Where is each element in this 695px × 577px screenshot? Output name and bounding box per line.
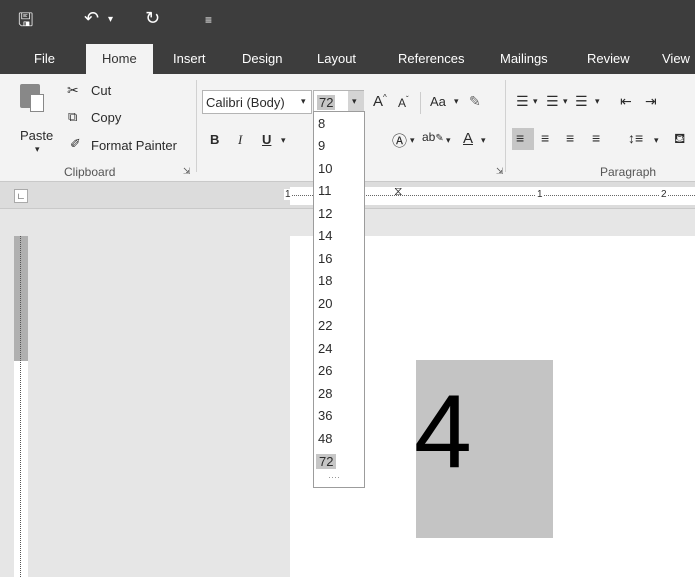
ruler-ticks xyxy=(20,236,21,577)
ruler-mark: 1 xyxy=(284,189,292,200)
chevron-down-icon: ▾ xyxy=(301,96,306,106)
shrink-font-icon[interactable]: Aˇ xyxy=(398,95,409,110)
font-size-dropdown: 8 9 10 11 12 14 16 18 20 22 24 26 28 36 … xyxy=(313,111,365,488)
paragraph-group-label: Paragraph xyxy=(600,165,657,179)
align-right-icon[interactable]: ≡ xyxy=(566,130,574,146)
font-size-dropdown-button[interactable]: ▾ xyxy=(348,91,364,113)
document-text[interactable]: 4 xyxy=(414,380,474,484)
bold-button[interactable]: B xyxy=(210,132,219,147)
line-spacing-icon[interactable]: ↕≡ xyxy=(628,130,643,146)
chevron-down-icon: ▾ xyxy=(410,135,415,145)
font-name-box[interactable]: Calibri (Body) ▾ xyxy=(202,90,312,114)
font-size-option[interactable]: 24 xyxy=(318,341,332,356)
font-size-option[interactable]: 28 xyxy=(318,386,332,401)
undo-icon[interactable]: ↶ xyxy=(84,8,99,29)
chevron-down-icon: ▾ xyxy=(654,135,659,145)
change-case-button[interactable]: Aa xyxy=(430,94,446,109)
bullets-icon[interactable]: ☰ xyxy=(516,93,529,110)
numbering-icon[interactable]: ☰ xyxy=(546,93,559,110)
tab-insert[interactable]: Insert xyxy=(173,51,206,66)
resize-grip-icon[interactable]: ···· xyxy=(328,472,340,482)
cut-label: Cut xyxy=(91,83,112,98)
ruler-mark: 1 xyxy=(536,189,544,200)
underline-button[interactable]: U xyxy=(262,132,271,147)
scissors-icon: ✂ xyxy=(67,82,79,98)
chevron-down-icon: ▾ xyxy=(533,96,538,106)
tab-review[interactable]: Review xyxy=(587,51,630,66)
chevron-down-icon: ▾ xyxy=(563,96,568,106)
copy-label: Copy xyxy=(91,110,122,125)
chevron-down-icon: ▾ xyxy=(352,96,357,106)
align-left-button[interactable]: ≡ xyxy=(512,128,534,150)
paste-label: Paste xyxy=(20,128,54,143)
font-name-value: Calibri (Body) xyxy=(206,95,285,110)
redo-icon[interactable]: ↻ xyxy=(145,8,160,29)
chevron-down-icon: ▾ xyxy=(35,144,40,154)
indent-marker-icon[interactable]: ⧖ xyxy=(394,184,402,199)
tab-home[interactable]: Home xyxy=(86,44,153,74)
ruler-margin-shade xyxy=(14,236,28,361)
vertical-ruler[interactable] xyxy=(14,236,28,577)
align-center-icon[interactable]: ≡ xyxy=(541,130,549,146)
font-size-value: 72 xyxy=(317,95,336,110)
chevron-down-icon: ▾ xyxy=(446,135,451,145)
font-size-option[interactable]: 20 xyxy=(318,296,332,311)
paste-button[interactable]: Paste ▾ xyxy=(8,80,54,154)
multilevel-list-icon[interactable]: ☰ xyxy=(575,93,588,110)
dialog-launcher-icon[interactable]: ⇲ xyxy=(183,166,191,177)
font-size-option-selected[interactable]: 72 xyxy=(316,454,337,469)
font-size-option[interactable]: 16 xyxy=(318,251,332,266)
tab-selector[interactable]: ∟ xyxy=(14,189,28,203)
font-size-option[interactable]: 10 xyxy=(318,161,332,176)
tab-file[interactable]: File xyxy=(34,51,55,66)
font-size-option[interactable]: 36 xyxy=(318,408,332,423)
chevron-down-icon: ▾ xyxy=(595,96,600,106)
font-size-option[interactable]: 26 xyxy=(318,363,332,378)
grow-font-icon[interactable]: A^ xyxy=(373,93,387,110)
tab-layout[interactable]: Layout xyxy=(317,51,356,66)
clear-formatting-icon[interactable]: ✎ xyxy=(469,93,481,110)
page-icon xyxy=(30,94,44,112)
shading-icon[interactable]: ⛾ xyxy=(674,130,685,149)
font-size-option[interactable]: 12 xyxy=(318,206,332,221)
font-size-option[interactable]: 18 xyxy=(318,273,332,288)
ribbon-tabs: File Home Insert Design Layout Reference… xyxy=(0,40,695,74)
copy-icon: ⧉ xyxy=(68,109,78,124)
undo-dropdown-icon[interactable]: ▾ xyxy=(108,14,113,25)
tab-references[interactable]: References xyxy=(398,51,464,66)
tab-mailings[interactable]: Mailings xyxy=(500,51,548,66)
font-size-option[interactable]: 48 xyxy=(318,431,332,446)
customize-qat-icon[interactable]: ≡ xyxy=(205,13,212,27)
decrease-indent-icon[interactable]: ⇤ xyxy=(620,93,632,110)
chevron-down-icon: ▾ xyxy=(454,96,459,106)
clipboard-group-label: Clipboard xyxy=(64,165,116,179)
increase-indent-icon[interactable]: ⇥ xyxy=(645,93,657,110)
separator xyxy=(420,92,421,114)
brush-icon: ✐ xyxy=(70,136,81,151)
italic-button[interactable]: I xyxy=(238,132,242,148)
font-size-option[interactable]: 22 xyxy=(318,318,332,333)
tab-design[interactable]: Design xyxy=(242,51,282,66)
chevron-down-icon: ▾ xyxy=(281,135,286,145)
group-divider xyxy=(505,80,506,172)
chevron-down-icon: ▾ xyxy=(481,135,486,145)
save-icon[interactable]: 🖫 xyxy=(18,8,33,38)
font-size-option[interactable]: 9 xyxy=(318,138,325,153)
dialog-launcher-icon[interactable]: ⇲ xyxy=(496,166,504,177)
font-color-icon[interactable]: A xyxy=(463,130,473,147)
format-painter-label: Format Painter xyxy=(91,138,177,153)
font-size-option[interactable]: 11 xyxy=(318,183,332,198)
font-size-option[interactable]: 8 xyxy=(318,116,325,131)
highlight-icon[interactable]: ab✎ xyxy=(422,130,444,144)
text-effects-icon[interactable]: Ⓐ xyxy=(392,130,407,151)
align-left-icon: ≡ xyxy=(516,130,525,146)
font-size-option[interactable]: 14 xyxy=(318,228,332,243)
tab-view[interactable]: View xyxy=(662,51,690,66)
title-bar: 🖫 ↶ ▾ ↻ ≡ xyxy=(0,0,695,40)
ruler-mark: 2 xyxy=(660,189,668,200)
group-divider xyxy=(196,80,197,172)
justify-icon[interactable]: ≡ xyxy=(592,130,600,146)
